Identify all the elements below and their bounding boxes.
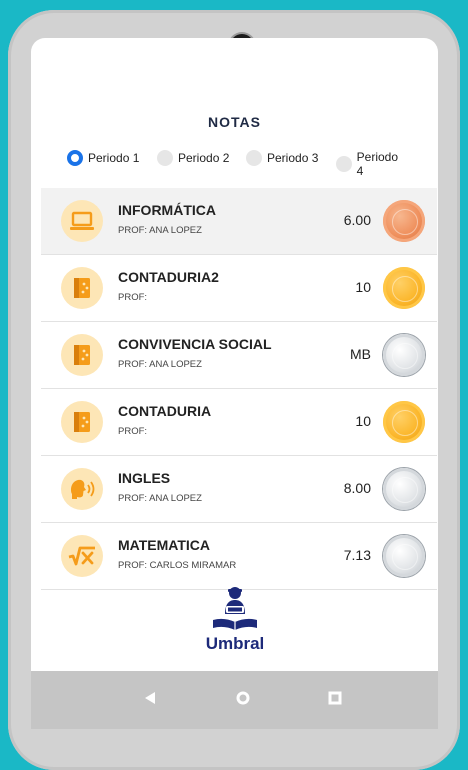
recents-square-icon [328,691,342,705]
subject-row[interactable]: INFORMÁTICA PROF: ANA LOPEZ 6.00 [41,188,437,255]
back-button[interactable] [143,691,157,710]
page-title: NOTAS [208,114,261,130]
subject-name: INGLES [118,470,171,486]
app-logo: Umbral [199,584,271,656]
recents-button[interactable] [328,691,342,710]
teacher-name: PROF: ANA LOPEZ [118,225,202,236]
home-button[interactable] [236,691,250,710]
grade-value: MB [350,346,371,362]
teacher-name: PROF: ANA LOPEZ [118,359,202,370]
period-option-1[interactable]: Periodo 1 [67,150,139,166]
subject-name: CONTADURIA2 [118,269,219,285]
subject-row[interactable]: CONVIVENCIA SOCIAL PROF: ANA LOPEZ MB [41,322,437,389]
silver-medal-icon [383,334,425,376]
subject-row[interactable]: CONTADURIA2 PROF: 10 [41,255,437,322]
subject-name: CONTADURIA [118,403,212,419]
subject-list: INFORMÁTICA PROF: ANA LOPEZ 6.00 CONTADU… [41,188,437,590]
book-icon [61,401,103,443]
bronze-medal-icon [383,200,425,242]
period-option-2[interactable]: Periodo 2 [157,150,229,166]
radio-selected-icon[interactable] [67,150,83,166]
back-triangle-icon [145,692,155,704]
period-option-3[interactable]: Periodo 3 [246,150,318,166]
grade-value: 10 [355,413,371,429]
android-nav-bar [31,671,438,729]
subject-name: CONVIVENCIA SOCIAL [118,336,272,352]
period-selector: Periodo 1 Periodo 2 Periodo 3 Periodo 4 [67,150,407,178]
radio-icon[interactable] [157,150,173,166]
teacher-name: PROF: [118,426,148,437]
subject-name: INFORMÁTICA [118,202,216,218]
book-icon [61,334,103,376]
period-option-4[interactable]: Periodo 4 [336,150,407,178]
gold-medal-icon [383,401,425,443]
laptop-icon [61,200,103,242]
speaking-head-icon [61,468,103,510]
grade-value: 10 [355,279,371,295]
square-root-icon [61,535,103,577]
radio-icon[interactable] [336,156,352,172]
subject-row[interactable]: INGLES PROF: ANA LOPEZ 8.00 [41,456,437,523]
teacher-name: PROF: CARLOS MIRAMAR [118,560,237,571]
silver-medal-icon [383,535,425,577]
subject-row[interactable]: CONTADURIA PROF: 10 [41,389,437,456]
period-label: Periodo 2 [178,151,230,165]
period-label: Periodo 1 [88,151,140,165]
grade-value: 8.00 [343,480,371,496]
reader-book-icon [213,587,257,630]
period-label: Periodo 4 [356,150,399,178]
brand-name: Umbral [205,634,265,653]
teacher-name: PROF: ANA LOPEZ [118,493,202,504]
subject-row[interactable]: MATEMATICA PROF: CARLOS MIRAMAR 7.13 [41,523,437,590]
subject-name: MATEMATICA [118,537,211,553]
silver-medal-icon [383,468,425,510]
grade-value: 6.00 [343,212,371,228]
home-circle-icon [236,691,250,705]
grade-value: 7.13 [343,547,371,563]
teacher-name: PROF: [118,292,148,303]
book-icon [61,267,103,309]
app-screen: NOTAS Periodo 1 Periodo 2 Periodo 3 Peri… [31,38,438,671]
radio-icon[interactable] [246,150,262,166]
period-label: Periodo 3 [267,151,319,165]
gold-medal-icon [383,267,425,309]
